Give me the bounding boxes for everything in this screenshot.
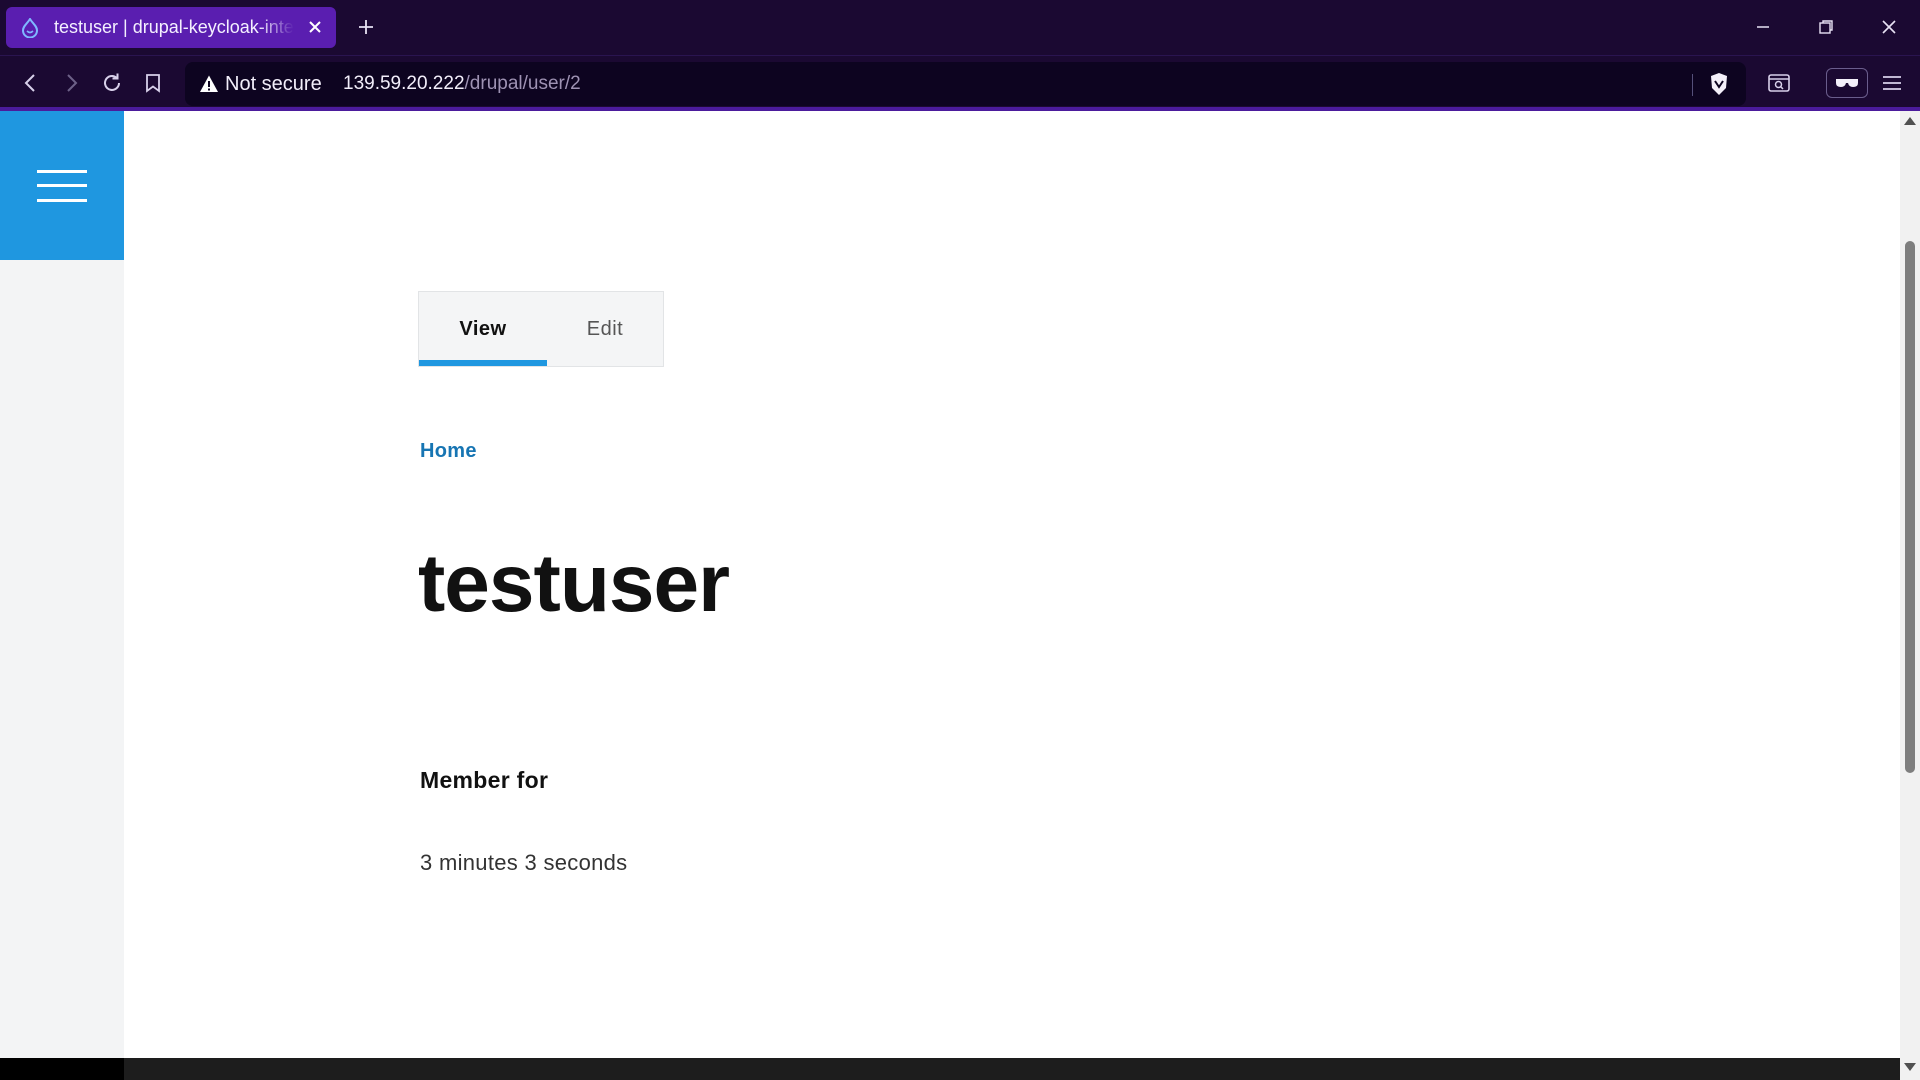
back-icon[interactable] bbox=[17, 69, 45, 97]
tab-strip: testuser | drupal-keycloak-integr bbox=[0, 0, 1920, 55]
security-label[interactable]: Not secure bbox=[225, 73, 322, 96]
new-tab-icon[interactable] bbox=[354, 15, 378, 39]
vertical-scrollbar[interactable] bbox=[1900, 111, 1920, 1080]
forward-icon[interactable] bbox=[57, 69, 85, 97]
tab-view[interactable]: View bbox=[419, 292, 547, 366]
member-for-label: Member for bbox=[420, 767, 549, 793]
url-text[interactable]: 139.59.20.222/drupal/user/2 bbox=[343, 73, 581, 95]
menu-icon[interactable] bbox=[1877, 68, 1907, 98]
bottom-edge-left bbox=[0, 1058, 124, 1080]
local-tasks-tabs: View Edit bbox=[418, 291, 664, 367]
tab-edit[interactable]: Edit bbox=[547, 292, 663, 366]
wallet-icon[interactable] bbox=[1826, 68, 1868, 98]
sidebar-search-icon[interactable] bbox=[1764, 68, 1794, 98]
scroll-down-arrow-icon[interactable] bbox=[1904, 1063, 1916, 1071]
close-window-icon[interactable] bbox=[1876, 14, 1902, 40]
bottom-edge bbox=[0, 1058, 1900, 1080]
reload-icon[interactable] bbox=[98, 69, 126, 97]
url-path: /drupal/user/2 bbox=[464, 73, 581, 94]
omnibox-separator bbox=[1692, 74, 1693, 96]
browser-toolbar: Not secure 139.59.20.222/drupal/user/2 bbox=[0, 55, 1920, 110]
url-host: 139.59.20.222 bbox=[343, 73, 465, 94]
close-tab-icon[interactable] bbox=[306, 18, 324, 36]
main-menu-button[interactable] bbox=[0, 111, 124, 260]
member-for-value: 3 minutes 3 seconds bbox=[420, 850, 628, 875]
hamburger-icon bbox=[37, 169, 87, 202]
warning-icon[interactable] bbox=[199, 74, 219, 94]
brave-shields-icon[interactable] bbox=[1706, 71, 1732, 97]
page-viewport: View Edit Home testuser Member for 3 min… bbox=[0, 111, 1900, 1058]
restore-icon[interactable] bbox=[1813, 14, 1839, 40]
breadcrumb-home-link[interactable]: Home bbox=[420, 440, 477, 463]
tab-title: testuser | drupal-keycloak-integr bbox=[54, 17, 294, 37]
scroll-up-arrow-icon[interactable] bbox=[1904, 117, 1916, 125]
address-bar[interactable]: Not secure 139.59.20.222/drupal/user/2 bbox=[185, 62, 1746, 106]
drupal-drop-icon bbox=[20, 17, 40, 38]
scroll-thumb[interactable] bbox=[1905, 241, 1915, 773]
page-title: testuser bbox=[418, 538, 730, 629]
bookmark-icon[interactable] bbox=[139, 69, 167, 97]
browser-tab-active[interactable]: testuser | drupal-keycloak-integr bbox=[6, 7, 336, 48]
minimize-icon[interactable] bbox=[1750, 14, 1776, 40]
